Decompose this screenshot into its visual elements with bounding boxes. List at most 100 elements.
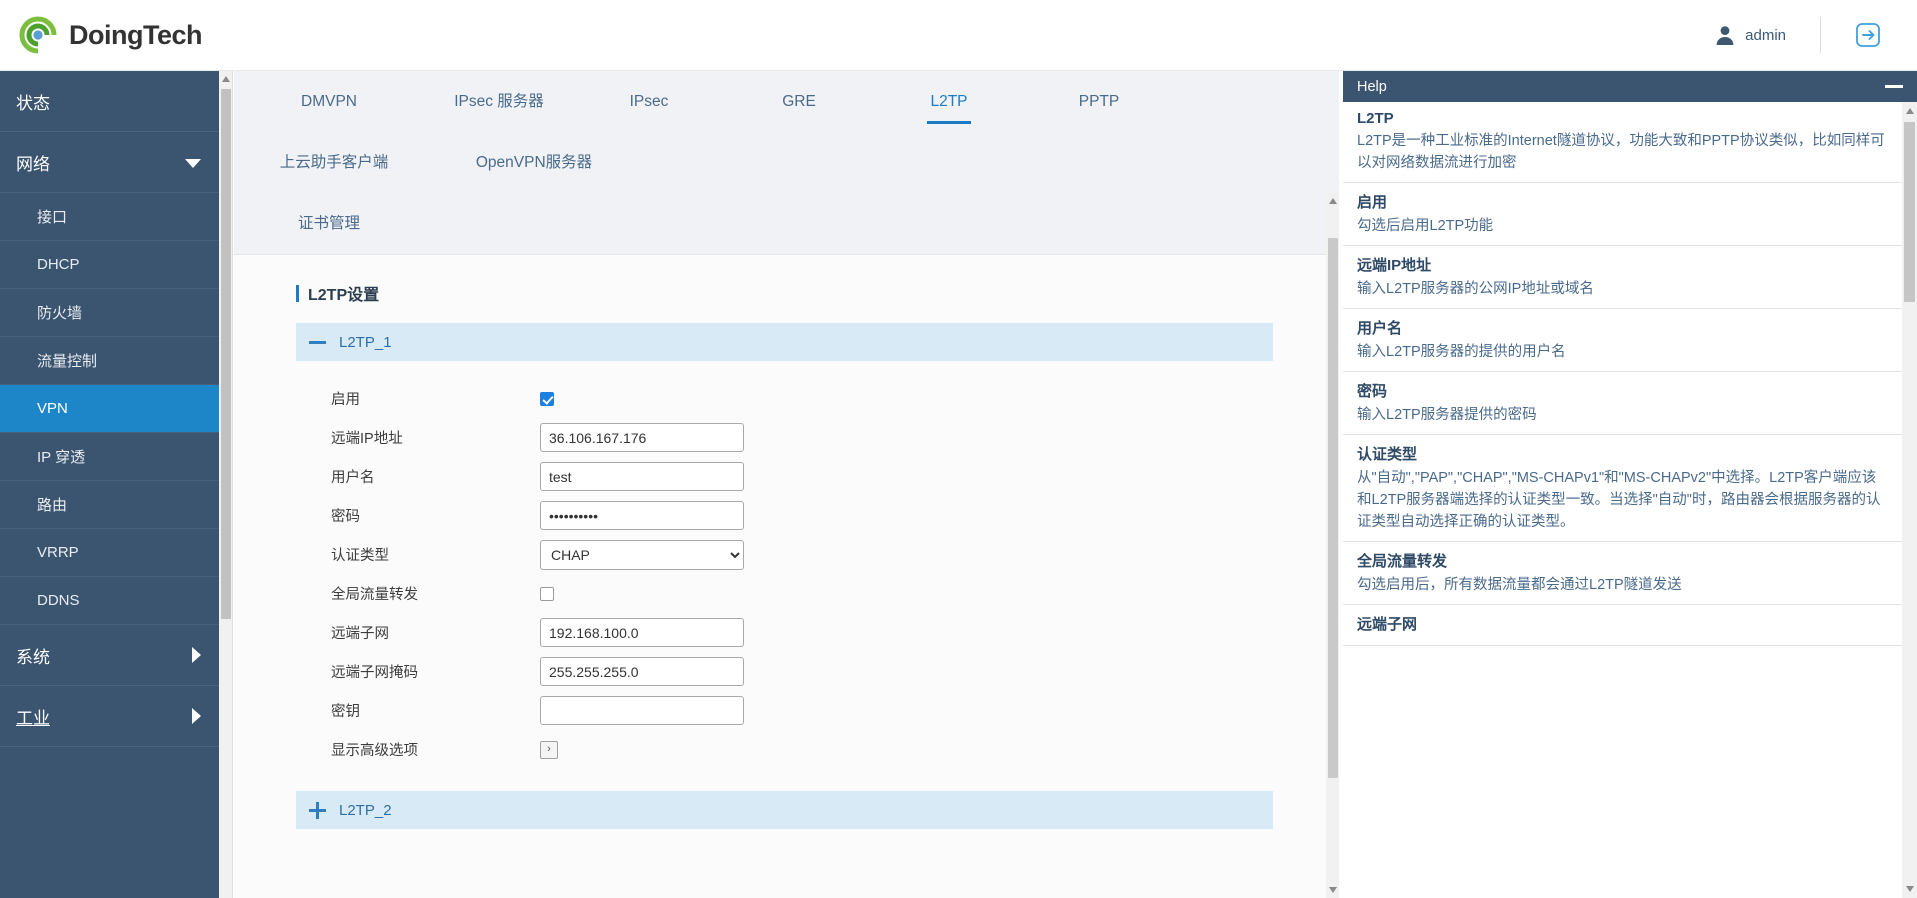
help-item: 全局流量转发 勾选启用后，所有数据流量都会通过L2TP隧道发送 [1343, 542, 1902, 606]
sidebar-item-vrrp[interactable]: VRRP [0, 529, 219, 577]
help-panel-header: Help [1343, 71, 1917, 102]
sidebar-item-traffic-control[interactable]: 流量控制 [0, 337, 219, 385]
sidebar-item-ddns[interactable]: DDNS [0, 577, 219, 625]
brand-logo[interactable]: DoingTech [18, 15, 203, 55]
sidebar-item-ip-passthrough[interactable]: IP 穿透 [0, 433, 219, 481]
tab-ipsec[interactable]: IPsec [574, 71, 724, 132]
remote-subnet-input[interactable] [540, 618, 744, 647]
auth-type-select[interactable]: CHAP [540, 539, 744, 570]
sidebar-item-label: 网络 [16, 154, 50, 174]
help-item-heading: 远端子网 [1357, 616, 1418, 634]
sidebar-item-vpn[interactable]: VPN [0, 385, 219, 433]
help-item-text: 输入L2TP服务器提供的密码 [1357, 407, 1537, 424]
minimize-icon[interactable] [1885, 85, 1903, 88]
field-label: 全局流量转发 [331, 587, 418, 603]
help-scrollbar[interactable] [1902, 102, 1917, 898]
scroll-up-icon[interactable] [1905, 108, 1914, 114]
remote-ip-input[interactable] [540, 423, 744, 452]
secret-key-input[interactable] [540, 696, 744, 725]
chevron-down-icon [185, 159, 201, 168]
logout-icon[interactable] [1855, 22, 1881, 48]
sidebar-scroll-thumb[interactable] [221, 89, 231, 619]
help-item: 远端子网 [1343, 605, 1902, 647]
help-item-heading: 认证类型 [1357, 446, 1418, 464]
tab-certificate-management[interactable]: 证书管理 [234, 193, 424, 254]
global-traffic-forward-checkbox[interactable] [540, 586, 554, 601]
help-scroll-thumb[interactable] [1904, 122, 1915, 302]
password-input[interactable] [540, 501, 744, 530]
minus-icon[interactable] [309, 334, 326, 351]
sidebar-item-label: 系统 [16, 647, 50, 667]
field-label: 认证类型 [331, 548, 389, 564]
field-label: 用户名 [331, 470, 375, 486]
panel-header-l2tp-2[interactable]: L2TP_2 [296, 791, 1273, 829]
field-row-enable: 启用 [296, 379, 1273, 418]
scroll-up-icon[interactable] [1328, 198, 1337, 204]
field-row-remote-ip: 远端IP地址 [296, 418, 1273, 457]
field-label: 远端IP地址 [331, 431, 403, 447]
tab-openvpn-server[interactable]: OpenVPN服务器 [434, 132, 634, 193]
current-user[interactable]: admin [1714, 24, 1786, 46]
sidebar-item-dhcp[interactable]: DHCP [0, 241, 219, 289]
panel-header-l2tp-1[interactable]: L2TP_1 [296, 323, 1273, 361]
tab-label: IPsec [629, 93, 669, 110]
tab-label: L2TP [930, 93, 968, 110]
help-item-text: L2TP是一种工业标准的Internet隧道协议，功能大致和PPTP协议类似，比… [1357, 133, 1885, 172]
help-item-heading: 全局流量转发 [1357, 553, 1448, 571]
remote-netmask-input[interactable] [540, 657, 744, 686]
help-item-text: 输入L2TP服务器的公网IP地址或域名 [1357, 281, 1594, 298]
sidebar-item-status[interactable]: 状态 [0, 71, 219, 132]
sidebar-item-system[interactable]: 系统 [0, 625, 219, 686]
sidebar-item-interface[interactable]: 接口 [0, 193, 219, 241]
sidebar-scrollbar[interactable] [219, 71, 233, 898]
help-panel-body: L2TP L2TP是一种工业标准的Internet隧道协议，功能大致和PPTP协… [1343, 102, 1917, 898]
top-header-bar: DoingTech admin [0, 0, 1917, 71]
doingtech-logo-icon [18, 15, 58, 55]
tab-gre[interactable]: GRE [724, 71, 874, 132]
sidebar-nav: 状态 网络 接口 DHCP 防火墙 流量控制 VPN IP 穿透 路由 VRRP… [0, 71, 219, 898]
header-divider [1820, 17, 1821, 53]
main-scrollbar[interactable] [1326, 193, 1339, 898]
field-row-auth-type: 认证类型 CHAP [296, 535, 1273, 574]
sidebar-item-label: 接口 [37, 209, 68, 226]
scroll-down-icon[interactable] [1328, 887, 1337, 893]
tab-label: DMVPN [301, 93, 357, 110]
tab-l2tp[interactable]: L2TP [874, 71, 1024, 132]
plus-icon[interactable] [309, 801, 326, 819]
field-row-advanced: 显示高级选项 › [296, 730, 1273, 769]
sidebar-item-label: 路由 [37, 497, 68, 514]
help-item: 用户名 输入L2TP服务器的提供的用户名 [1343, 309, 1902, 373]
username-label: admin [1745, 26, 1786, 44]
panel-l2tp-1: L2TP_1 启用 远端IP地址 用户名 密码 [296, 323, 1273, 791]
sidebar-item-route[interactable]: 路由 [0, 481, 219, 529]
scroll-up-icon[interactable] [222, 76, 230, 82]
show-advanced-options-button[interactable]: › [540, 740, 558, 759]
field-row-username: 用户名 [296, 457, 1273, 496]
field-label: 远端子网 [331, 626, 389, 642]
tab-cloud-assistant-client[interactable]: 上云助手客户端 [234, 132, 434, 193]
enable-checkbox[interactable] [540, 391, 554, 406]
sidebar-item-network[interactable]: 网络 [0, 132, 219, 193]
tab-dmvpn[interactable]: DMVPN [234, 71, 424, 132]
field-row-global-forward: 全局流量转发 [296, 574, 1273, 613]
sidebar-item-label: 流量控制 [37, 353, 98, 370]
sidebar-item-industry[interactable]: 工业 [0, 686, 219, 747]
help-item-text: 输入L2TP服务器的提供的用户名 [1357, 344, 1566, 361]
panel-l2tp-2: L2TP_2 [296, 791, 1273, 829]
field-label: 显示高级选项 [331, 743, 418, 759]
main-scroll-thumb[interactable] [1327, 238, 1338, 778]
field-label: 远端子网掩码 [331, 665, 418, 681]
sidebar-item-firewall[interactable]: 防火墙 [0, 289, 219, 337]
username-input[interactable] [540, 462, 744, 491]
field-label: 密码 [331, 509, 360, 525]
vpn-tabbar: DMVPN IPsec 服务器 IPsec GRE L2TP PPTP 上云助手… [234, 71, 1339, 255]
tab-label: PPTP [1078, 93, 1120, 110]
sidebar-item-label: DDNS [37, 592, 80, 609]
chevron-right-icon [192, 647, 201, 663]
scroll-down-icon[interactable] [1905, 886, 1914, 892]
panel-title: L2TP_2 [339, 801, 392, 819]
tab-ipsec-server[interactable]: IPsec 服务器 [424, 71, 574, 132]
tab-pptp[interactable]: PPTP [1024, 71, 1174, 132]
tab-label: IPsec 服务器 [454, 93, 544, 110]
help-title: Help [1357, 78, 1387, 95]
